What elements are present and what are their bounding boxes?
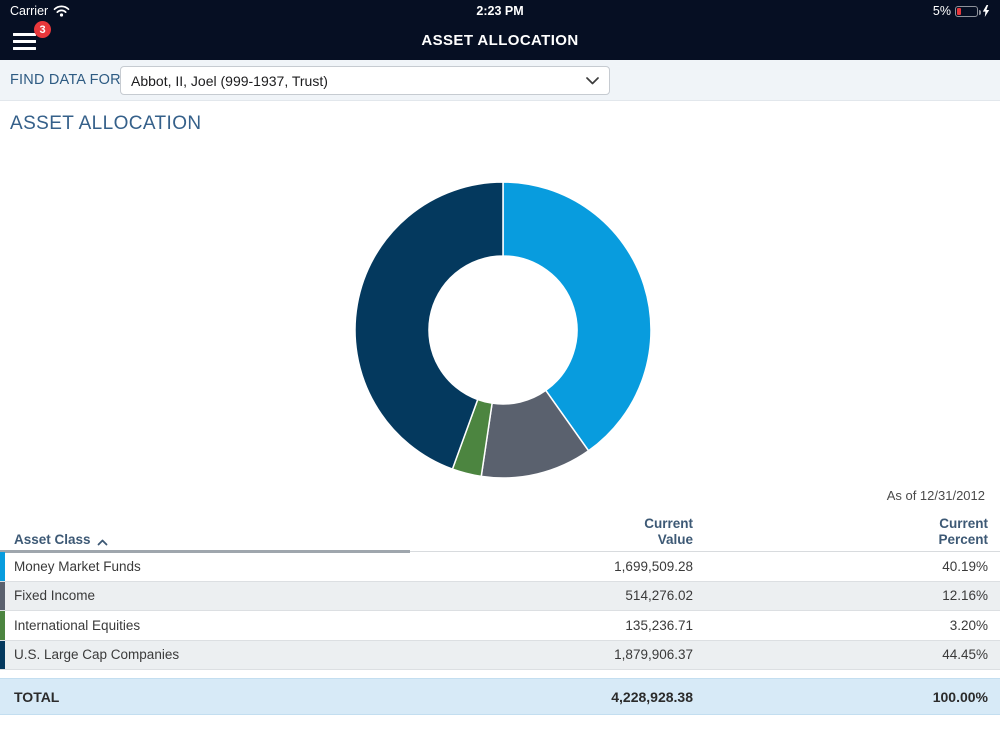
asset-class-name: U.S. Large Cap Companies [14,647,179,662]
table-header-row: Asset Class Current Value Current Percen… [0,513,1000,552]
current-percent-cell: 40.19% [693,552,988,581]
status-time: 2:23 PM [0,4,1000,18]
asset-allocation-table: Asset Class Current Value Current Percen… [0,513,1000,715]
current-value-cell: 514,276.02 [410,582,693,611]
current-percent-cell: 3.20% [693,611,988,640]
page-title: ASSET ALLOCATION [10,113,202,135]
account-dropdown[interactable]: Abbot, II, Joel (999-1937, Trust) [120,66,610,95]
asset-allocation-donut-chart [353,180,653,480]
total-row: TOTAL 4,228,928.38 100.00% [0,678,1000,715]
current-percent-cell: 12.16% [693,582,988,611]
asset-class-color-stripe [0,641,5,670]
current-value-cell: 1,699,509.28 [410,552,693,581]
current-value-cell: 1,879,906.37 [410,641,693,670]
nav-title: ASSET ALLOCATION [0,32,1000,49]
total-value: 4,228,928.38 [410,689,693,705]
asset-class-color-stripe [0,611,5,640]
current-value-cell: 135,236.71 [410,611,693,640]
column-header-current-value[interactable]: Current Value [410,513,693,555]
asset-class-name: Fixed Income [14,588,95,603]
asset-class-color-stripe [0,552,5,581]
nav-bar: 3 ASSET ALLOCATION [0,22,1000,60]
main-content: ASSET ALLOCATION As of 12/31/2012 Asset … [0,101,1000,750]
find-data-bar: FIND DATA FOR Abbot, II, Joel (999-1937,… [0,60,1000,101]
current-percent-cell: 44.45% [693,641,988,670]
table-row: International Equities 135,236.71 3.20% [0,611,1000,641]
asset-class-name: International Equities [14,618,140,633]
table-row: U.S. Large Cap Companies 1,879,906.37 44… [0,641,1000,671]
as-of-date-label: As of 12/31/2012 [887,488,985,503]
table-row: Money Market Funds 1,699,509.28 40.19% [0,552,1000,582]
chevron-down-icon [586,77,599,85]
app-screen: Carrier 2:23 PM 5% [0,0,1000,750]
find-data-label: FIND DATA FOR [10,72,121,88]
sort-ascending-icon [97,539,108,546]
total-label: TOTAL [0,689,410,705]
status-bar: Carrier 2:23 PM 5% [0,0,1000,22]
asset-class-name: Money Market Funds [14,559,141,574]
table-body: Money Market Funds 1,699,509.28 40.19% F… [0,552,1000,670]
asset-class-color-stripe [0,582,5,611]
account-dropdown-value: Abbot, II, Joel (999-1937, Trust) [131,73,328,89]
header: Carrier 2:23 PM 5% [0,0,1000,60]
battery-icon [955,6,978,17]
table-row: Fixed Income 514,276.02 12.16% [0,582,1000,612]
column-header-current-percent[interactable]: Current Percent [693,513,988,555]
total-percent: 100.00% [693,689,988,705]
